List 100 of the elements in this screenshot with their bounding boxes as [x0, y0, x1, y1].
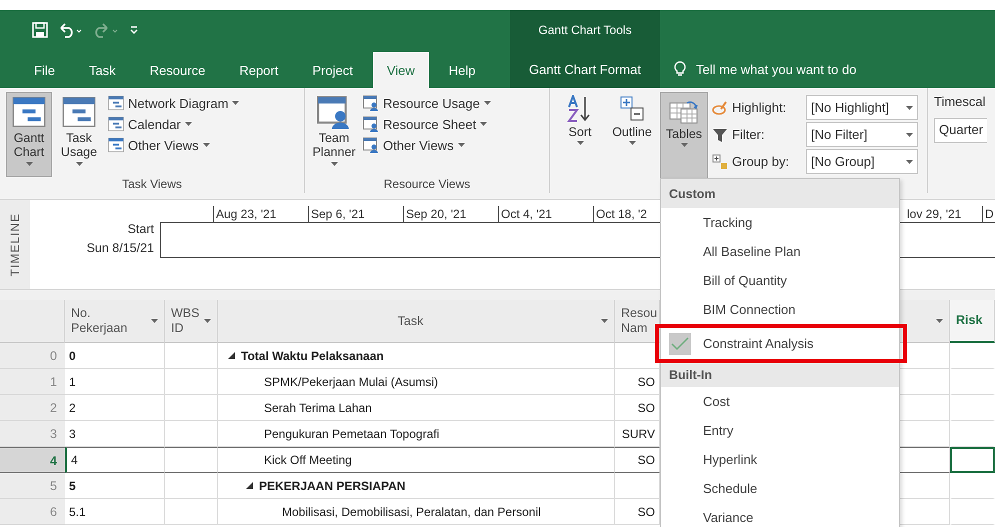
caret-icon — [906, 106, 913, 110]
highlighted-menu-item[interactable]: Constraint Analysis — [655, 324, 907, 363]
collapse-icon[interactable] — [246, 482, 253, 489]
ribbon-button[interactable]: Team Planner — [311, 92, 357, 177]
caret-icon — [330, 162, 338, 166]
caret-icon — [906, 160, 913, 164]
task-name: Total Waktu Pelaksanaan — [241, 348, 384, 362]
ribbon-button[interactable]: Sort — [556, 92, 604, 193]
column-title: Task — [396, 314, 424, 328]
caret-icon — [906, 132, 913, 136]
ribbon-button[interactable]: Network Diagram — [106, 94, 242, 112]
menu-item[interactable]: BIM Connection — [661, 295, 899, 324]
menu-item[interactable]: Hyperlink — [661, 445, 899, 474]
dropdown-field[interactable]: [No Highlight] — [806, 95, 918, 120]
column-title: Resou Nam — [621, 306, 658, 336]
sheet-icon — [108, 95, 124, 111]
column-header[interactable]: No. Pekerjaan — [65, 300, 165, 343]
customize-icon[interactable] — [130, 24, 138, 36]
group-icon — [712, 154, 728, 170]
dropdown-field[interactable]: Quarter — [934, 118, 988, 143]
menu-item-label: Variance — [703, 510, 754, 525]
ribbon-button[interactable]: Resource Usage — [361, 94, 493, 112]
select-all-corner[interactable] — [0, 300, 65, 343]
table-cell: 5 — [65, 473, 165, 499]
ribbon-tab[interactable]: Resource — [136, 52, 220, 88]
caret-icon — [26, 162, 32, 166]
column-header[interactable]: Resou Nam — [615, 300, 660, 343]
person-sheet-icon — [317, 95, 351, 129]
menu-item-label: Tracking — [703, 215, 752, 230]
ribbon-tab[interactable]: Help — [434, 52, 490, 88]
ribbon-button[interactable]: Outline — [608, 92, 656, 193]
caret-icon — [628, 141, 636, 146]
dropdown-field[interactable]: [No Group] — [806, 149, 918, 174]
column-title: Risk — [956, 313, 984, 328]
menu-item[interactable]: Variance — [661, 503, 899, 527]
dropdown-field[interactable]: [No Filter] — [806, 122, 918, 147]
active-cell[interactable] — [950, 447, 995, 473]
menu-item-label: Cost — [703, 394, 730, 409]
menu-item[interactable]: Cost — [661, 387, 899, 416]
menu-item-label: All Baseline Plan — [703, 244, 801, 259]
filter-label: Group by: — [732, 154, 790, 169]
ribbon-tab[interactable]: Task — [74, 52, 130, 88]
menu-item[interactable]: Entry — [661, 416, 899, 445]
ribbon-button[interactable]: Other Views — [361, 136, 493, 154]
menu-item-label: Bill of Quantity — [703, 273, 787, 288]
menu-item-label: BIM Connection — [703, 302, 796, 317]
ribbon-button[interactable]: Task Usage — [56, 92, 102, 177]
undo-icon[interactable] — [58, 22, 84, 38]
menu-heading: Built-In — [661, 363, 899, 387]
highlighter-icon — [712, 100, 728, 116]
caret-icon — [480, 122, 488, 126]
ribbon-tab[interactable]: Project — [298, 52, 367, 88]
menu-heading: Custom — [661, 179, 899, 208]
caret-icon — [458, 143, 465, 147]
column-header[interactable]: WBS ID — [165, 300, 218, 343]
column-header[interactable]: Task — [218, 300, 615, 343]
ribbon-tab[interactable]: Gantt Chart Format — [521, 50, 649, 88]
filter-label: Filter: — [732, 127, 766, 142]
save-icon[interactable] — [32, 22, 48, 38]
table-cell: 1 — [65, 369, 165, 395]
caret-icon — [576, 141, 584, 146]
person-sheet-icon — [363, 137, 379, 153]
menu-item[interactable]: All Baseline Plan — [661, 237, 899, 266]
redo-icon[interactable] — [94, 22, 120, 38]
caret-icon — [202, 143, 210, 147]
caret-icon — [232, 101, 240, 105]
menu-item-label: Constraint Analysis — [703, 336, 814, 351]
ribbon-tab[interactable]: File — [20, 52, 69, 88]
menu-item[interactable]: Schedule — [661, 474, 899, 503]
collapse-icon[interactable] — [228, 352, 235, 359]
person-sheet-icon — [363, 116, 379, 132]
timescale-label: Timescal — [934, 94, 987, 109]
caret-icon — [484, 101, 491, 105]
ribbon-button[interactable]: Other Views — [106, 136, 242, 154]
task-name: SPMK/Pekerjaan Mulai (Asumsi) — [264, 374, 438, 388]
table-cell: 3 — [65, 421, 165, 447]
menu-item-label: Hyperlink — [703, 452, 758, 467]
lightbulb-icon — [674, 61, 686, 77]
ribbon-button[interactable]: Gantt Chart — [6, 92, 52, 177]
group-label: Task Views — [121, 177, 183, 193]
ribbon-button[interactable]: Resource Sheet — [361, 115, 493, 133]
tell-me-field[interactable]: Tell me what you want to do — [696, 62, 856, 76]
row-number[interactable]: 4 — [0, 447, 65, 473]
date-tick: lov 29, '21 — [906, 206, 962, 222]
outline-icon — [619, 95, 645, 123]
start-date: Sun 8/15/21 — [86, 240, 154, 257]
ribbon-tab[interactable]: View — [372, 52, 429, 88]
ribbon-button[interactable]: Calendar — [106, 115, 242, 133]
table-cell: 2 — [65, 395, 165, 421]
menu-item-label: Entry — [703, 423, 734, 438]
task-name: Kick Off Meeting — [264, 453, 352, 467]
ribbon-tab[interactable]: Report — [225, 52, 292, 88]
sheet-icon — [62, 95, 96, 129]
menu-item-label: Schedule — [703, 481, 758, 496]
sheet-icon — [108, 137, 124, 153]
menu-item[interactable]: Bill of Quantity — [661, 266, 899, 295]
table-cell: 0 — [65, 343, 165, 369]
column-header[interactable]: Risk — [950, 300, 995, 343]
table-cell: 4 — [65, 447, 165, 473]
caret-icon — [184, 122, 192, 126]
